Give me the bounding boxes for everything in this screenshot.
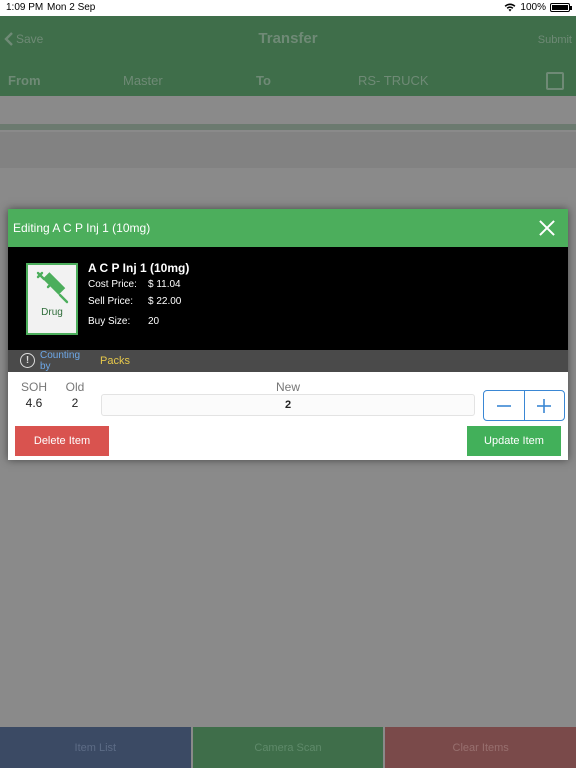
wifi-icon [505, 3, 516, 12]
battery-percent: 100% [520, 2, 546, 13]
buy-size-value: 20 [148, 316, 160, 327]
syringe-icon [36, 271, 69, 304]
soh-column: SOH 4.6 [16, 380, 52, 410]
close-icon[interactable] [536, 217, 558, 239]
buy-size-label: Buy Size: [88, 316, 131, 327]
background-divider [0, 124, 576, 130]
increment-button[interactable] [525, 391, 565, 420]
camera-scan-button[interactable]: Camera Scan [192, 727, 384, 768]
counting-unit-bar[interactable]: ! Counting by Packs [8, 350, 568, 372]
camera-scan-label: Camera Scan [254, 741, 322, 754]
status-bar: 1:09 PM Mon 2 Sep 100% [0, 0, 576, 16]
counting-unit-value: Packs [100, 355, 130, 367]
to-label: To [256, 73, 271, 88]
minus-icon [496, 404, 511, 407]
from-label: From [8, 73, 41, 88]
nav-bar: Save Transfer Submit [0, 16, 576, 66]
submit-label: Submit [537, 34, 572, 46]
quantity-stepper[interactable] [483, 390, 565, 421]
transfer-route-bar: From Master To RS- TRUCK [0, 66, 576, 96]
delete-item-button[interactable]: Delete Item [15, 426, 109, 456]
clear-items-button[interactable]: Clear Items [385, 727, 576, 768]
sell-price-row: Sell Price: $ 22.00 [88, 296, 181, 307]
product-name: A C P Inj 1 (10mg) [88, 261, 190, 275]
product-summary: Drug A C P Inj 1 (10mg) Cost Price: $ 11.… [8, 247, 568, 350]
buy-size-row: Buy Size: 20 [88, 316, 159, 327]
modal-header: Editing A C P Inj 1 (10mg) [8, 209, 568, 247]
new-label: New [275, 380, 300, 394]
edit-item-modal: Editing A C P Inj 1 (10mg) Drug A C P In… [8, 209, 568, 460]
plus-icon [537, 398, 552, 413]
quantity-row: SOH 4.6 Old 2 New 2 [8, 372, 568, 422]
status-time: 1:09 PM [6, 2, 44, 13]
cost-price-row: Cost Price: $ 11.04 [88, 279, 181, 290]
new-quantity-input[interactable]: 2 [101, 394, 475, 416]
product-category-badge: Drug [26, 263, 78, 335]
info-warning-icon: ! [20, 353, 35, 368]
item-list-button[interactable]: Item List [0, 727, 191, 768]
clear-items-label: Clear Items [452, 741, 509, 754]
modal-title: Editing A C P Inj 1 (10mg) [13, 221, 151, 235]
old-value: 2 [71, 396, 79, 410]
cost-price-label: Cost Price: [88, 279, 137, 290]
decrement-button[interactable] [484, 391, 525, 420]
status-right: 100% [504, 2, 572, 13]
soh-value: 4.6 [25, 396, 43, 410]
status-date: Mon 2 Sep [47, 2, 96, 13]
item-list-label: Item List [74, 741, 117, 754]
battery-icon [550, 3, 572, 12]
from-value[interactable]: Master [123, 73, 163, 88]
page-title: Transfer [258, 30, 318, 47]
counting-by-label: Counting by [40, 350, 81, 372]
bottom-toolbar: Item List Camera Scan Clear Items [0, 727, 576, 768]
sell-price-label: Sell Price: [88, 296, 134, 307]
update-item-button[interactable]: Update Item [467, 426, 561, 456]
old-column: Old 2 [60, 380, 90, 410]
old-label: Old [65, 380, 85, 394]
sell-price-value: $ 22.00 [148, 296, 182, 307]
notes-icon[interactable] [546, 72, 564, 90]
submit-button[interactable]: Submit [538, 34, 572, 46]
soh-label: SOH [20, 380, 47, 394]
to-value[interactable]: RS- TRUCK [358, 73, 429, 88]
background-list-row [0, 132, 576, 168]
category-label: Drug [41, 307, 63, 318]
cost-price-value: $ 11.04 [148, 279, 181, 290]
